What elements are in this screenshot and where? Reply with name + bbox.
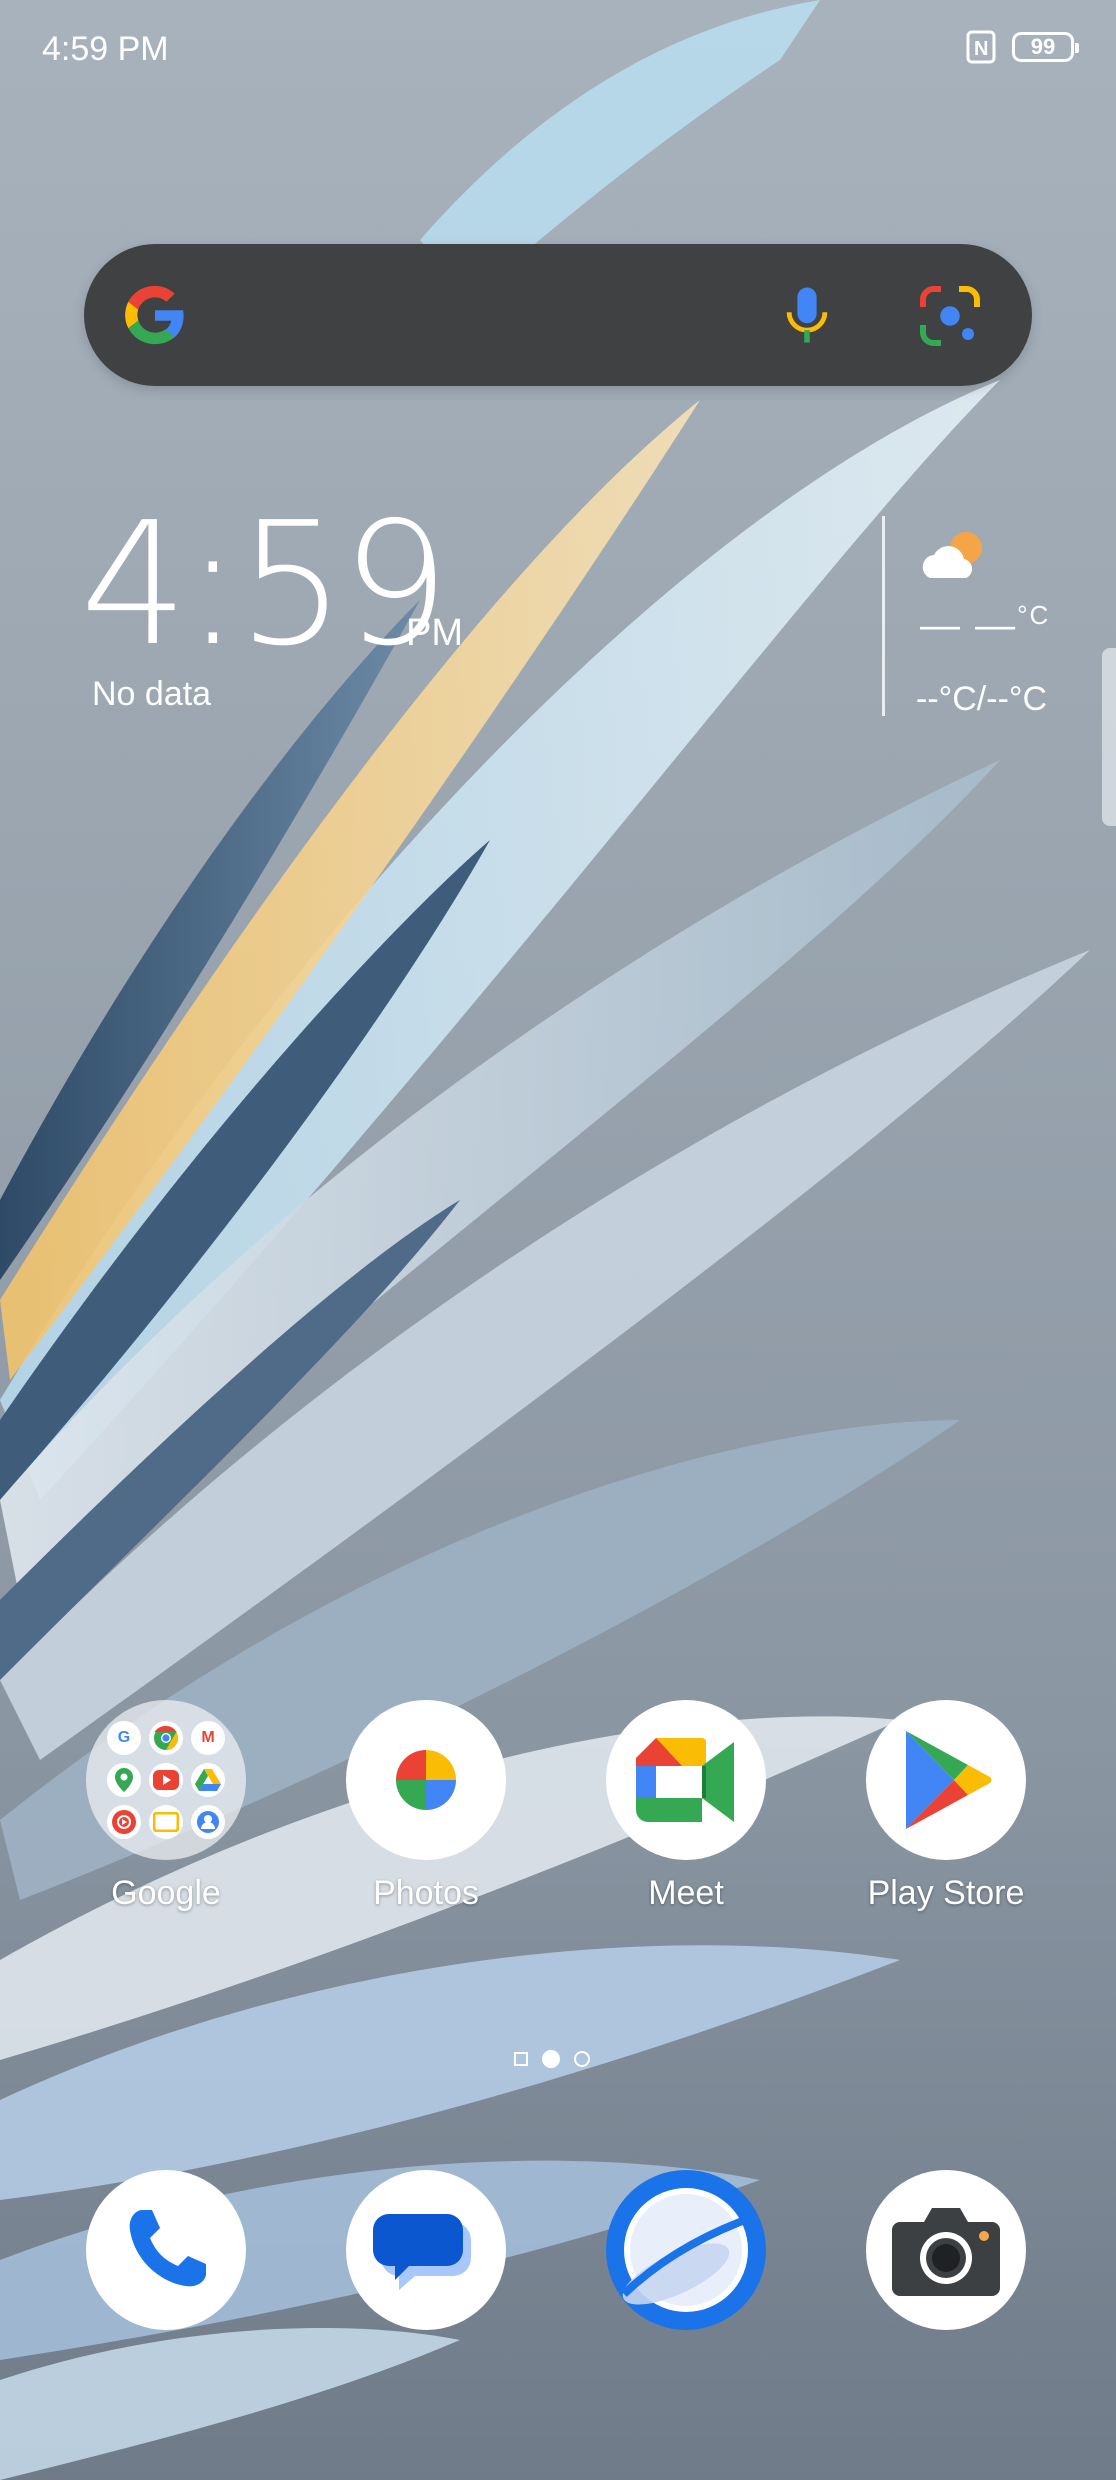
app-meet[interactable]: Meet bbox=[576, 1700, 796, 1913]
browser-icon bbox=[606, 2170, 766, 2330]
mini-maps-icon bbox=[107, 1763, 141, 1797]
svg-text:N: N bbox=[974, 38, 988, 60]
page-indicator-current bbox=[542, 2050, 560, 2068]
status-time: 4:59 PM bbox=[42, 30, 169, 68]
dock-camera[interactable] bbox=[836, 2170, 1056, 2330]
google-search-bar[interactable] bbox=[84, 244, 1032, 386]
phone-icon bbox=[86, 2170, 246, 2330]
app-label: Google bbox=[111, 1874, 221, 1912]
page-indicator-next bbox=[574, 2051, 590, 2067]
widget-subtitle: No data bbox=[92, 675, 212, 713]
app-label: Photos bbox=[373, 1874, 479, 1912]
mini-tv-icon bbox=[149, 1805, 183, 1839]
camera-icon bbox=[866, 2170, 1026, 2330]
lens-icon[interactable] bbox=[914, 280, 986, 352]
app-photos[interactable]: Photos bbox=[316, 1700, 536, 1913]
photos-icon bbox=[346, 1700, 506, 1860]
google-folder-icon: G M bbox=[86, 1700, 246, 1860]
edge-panel-handle[interactable] bbox=[1102, 648, 1116, 826]
weather-temp-unit: °C bbox=[1017, 600, 1051, 630]
clock-weather-widget[interactable]: 4:59 PM No data — —°C --°C/--°C bbox=[80, 500, 1080, 740]
page-indicator-home-square bbox=[514, 2052, 528, 2066]
page-indicator[interactable] bbox=[514, 2050, 590, 2068]
widget-clock-ampm: PM bbox=[406, 612, 463, 654]
weather-range: --°C/--°C bbox=[916, 680, 1048, 718]
battery-level: 99 bbox=[1030, 34, 1056, 59]
dock-messages[interactable] bbox=[316, 2170, 536, 2330]
app-google-folder[interactable]: G M Google bbox=[56, 1700, 276, 1913]
weather-temp-value: — — bbox=[920, 603, 1018, 648]
mini-contacts-icon bbox=[191, 1805, 225, 1839]
play-store-icon bbox=[866, 1700, 1026, 1860]
widget-divider bbox=[882, 516, 885, 716]
mini-youtube-icon bbox=[149, 1763, 183, 1797]
meet-icon bbox=[606, 1700, 766, 1860]
google-g-icon bbox=[125, 285, 184, 345]
nfc-icon: N bbox=[966, 30, 996, 64]
weather-temp: — —°C bbox=[920, 600, 1050, 648]
mini-chrome-icon bbox=[149, 1721, 183, 1755]
widget-clock-time: 4:59 bbox=[80, 486, 450, 684]
mini-gmail-icon: M bbox=[191, 1721, 225, 1755]
battery-indicator: 99 bbox=[1012, 32, 1079, 62]
app-label: Play Store bbox=[867, 1874, 1025, 1912]
mini-ytmusic-icon bbox=[107, 1805, 141, 1839]
app-label: Meet bbox=[648, 1874, 724, 1912]
mini-google-icon: G bbox=[107, 1721, 141, 1755]
dock-phone[interactable] bbox=[56, 2170, 276, 2330]
mini-drive-icon bbox=[191, 1763, 225, 1797]
mic-icon[interactable] bbox=[774, 282, 840, 348]
app-play-store[interactable]: Play Store bbox=[836, 1700, 1056, 1913]
status-bar: 4:59 PM N 99 bbox=[0, 0, 1116, 100]
dock-browser[interactable] bbox=[576, 2170, 796, 2330]
messages-icon bbox=[346, 2170, 506, 2330]
partly-cloudy-icon bbox=[922, 532, 982, 578]
status-icons: N 99 bbox=[966, 30, 1079, 64]
